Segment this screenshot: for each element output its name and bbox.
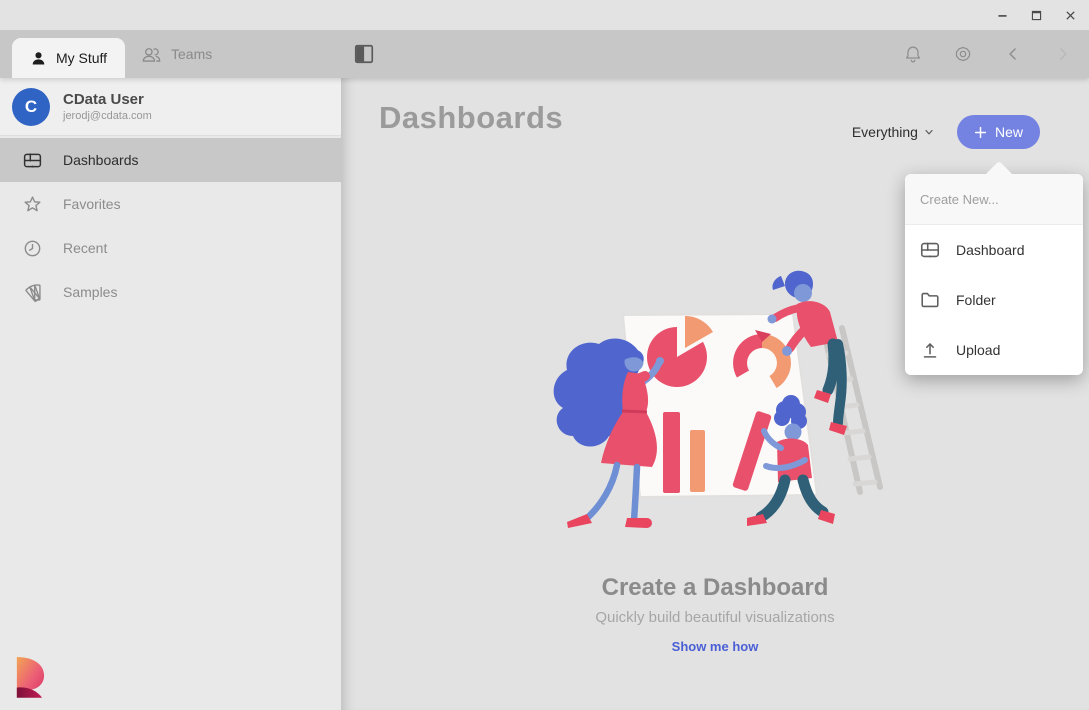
sidebar-item-recent[interactable]: Recent — [0, 226, 341, 270]
new-button-label: New — [995, 124, 1023, 140]
menu-item-dashboard[interactable]: Dashboard — [905, 225, 1083, 275]
chevron-down-icon — [923, 126, 935, 138]
sidebar-item-label: Samples — [63, 284, 117, 300]
avatar: C — [12, 88, 50, 126]
close-icon[interactable] — [1059, 4, 1081, 26]
tab-label: Teams — [171, 46, 212, 62]
dashboard-icon — [919, 239, 941, 261]
user-profile[interactable]: C CData User jerodj@cdata.com — [0, 78, 341, 136]
main-content: Dashboards Everything New — [341, 78, 1089, 710]
reveal-logo — [12, 655, 47, 700]
back-chevron-icon[interactable] — [1003, 44, 1023, 64]
plus-icon — [974, 126, 987, 139]
folder-icon — [919, 289, 941, 311]
create-new-menu: Create New... Dashboard Folder Upload — [905, 174, 1083, 375]
maximize-icon[interactable] — [1025, 4, 1047, 26]
tab-label: My Stuff — [56, 50, 107, 66]
settings-gear-icon[interactable] — [953, 44, 973, 64]
tab-teams[interactable]: Teams — [141, 30, 212, 78]
filter-dropdown[interactable]: Everything — [852, 124, 935, 140]
header-actions: Everything New — [852, 115, 1040, 149]
notifications-bell-icon[interactable] — [903, 44, 923, 64]
sidebar-item-label: Recent — [63, 240, 107, 256]
create-dashboard-illustration — [535, 260, 895, 560]
tab-bar: My Stuff Teams — [0, 30, 1089, 78]
person-icon — [30, 50, 47, 67]
upload-icon — [919, 339, 941, 361]
sidebar-nav: Dashboards Favorites Recent Samples — [0, 138, 341, 314]
menu-item-upload[interactable]: Upload — [905, 325, 1083, 375]
user-email: jerodj@cdata.com — [63, 110, 152, 122]
show-me-how-link[interactable]: Show me how — [672, 639, 759, 654]
sidebar-item-label: Favorites — [63, 196, 121, 212]
sidebar: C CData User jerodj@cdata.com Dashboards… — [0, 78, 341, 710]
empty-state-heading: Create a Dashboard — [341, 574, 1089, 602]
sidebar-item-label: Dashboards — [63, 152, 139, 168]
sidebar-item-samples[interactable]: Samples — [0, 270, 341, 314]
new-button[interactable]: New — [957, 115, 1040, 149]
filter-label: Everything — [852, 124, 918, 140]
menu-item-label: Dashboard — [956, 242, 1025, 258]
dashboard-icon — [22, 150, 43, 171]
menu-item-label: Folder — [956, 292, 996, 308]
window-controls — [991, 0, 1081, 30]
titlebar — [0, 0, 1089, 30]
minimize-icon[interactable] — [991, 4, 1013, 26]
create-new-menu-header: Create New... — [905, 174, 1083, 225]
tabbar-actions — [903, 30, 1073, 78]
sidebar-toggle-icon[interactable] — [353, 43, 375, 65]
tab-my-stuff[interactable]: My Stuff — [12, 38, 125, 78]
star-icon — [22, 194, 43, 215]
menu-item-folder[interactable]: Folder — [905, 275, 1083, 325]
menu-item-label: Upload — [956, 342, 1000, 358]
page-title: Dashboards — [379, 100, 563, 136]
empty-state-subheading: Quickly build beautiful visualizations — [341, 609, 1089, 626]
sidebar-item-favorites[interactable]: Favorites — [0, 182, 341, 226]
forward-chevron-icon[interactable] — [1053, 44, 1073, 64]
samples-icon — [22, 282, 43, 303]
user-name: CData User — [63, 91, 152, 110]
clock-icon — [22, 238, 43, 259]
people-icon — [141, 44, 162, 65]
sidebar-item-dashboards[interactable]: Dashboards — [0, 138, 341, 182]
